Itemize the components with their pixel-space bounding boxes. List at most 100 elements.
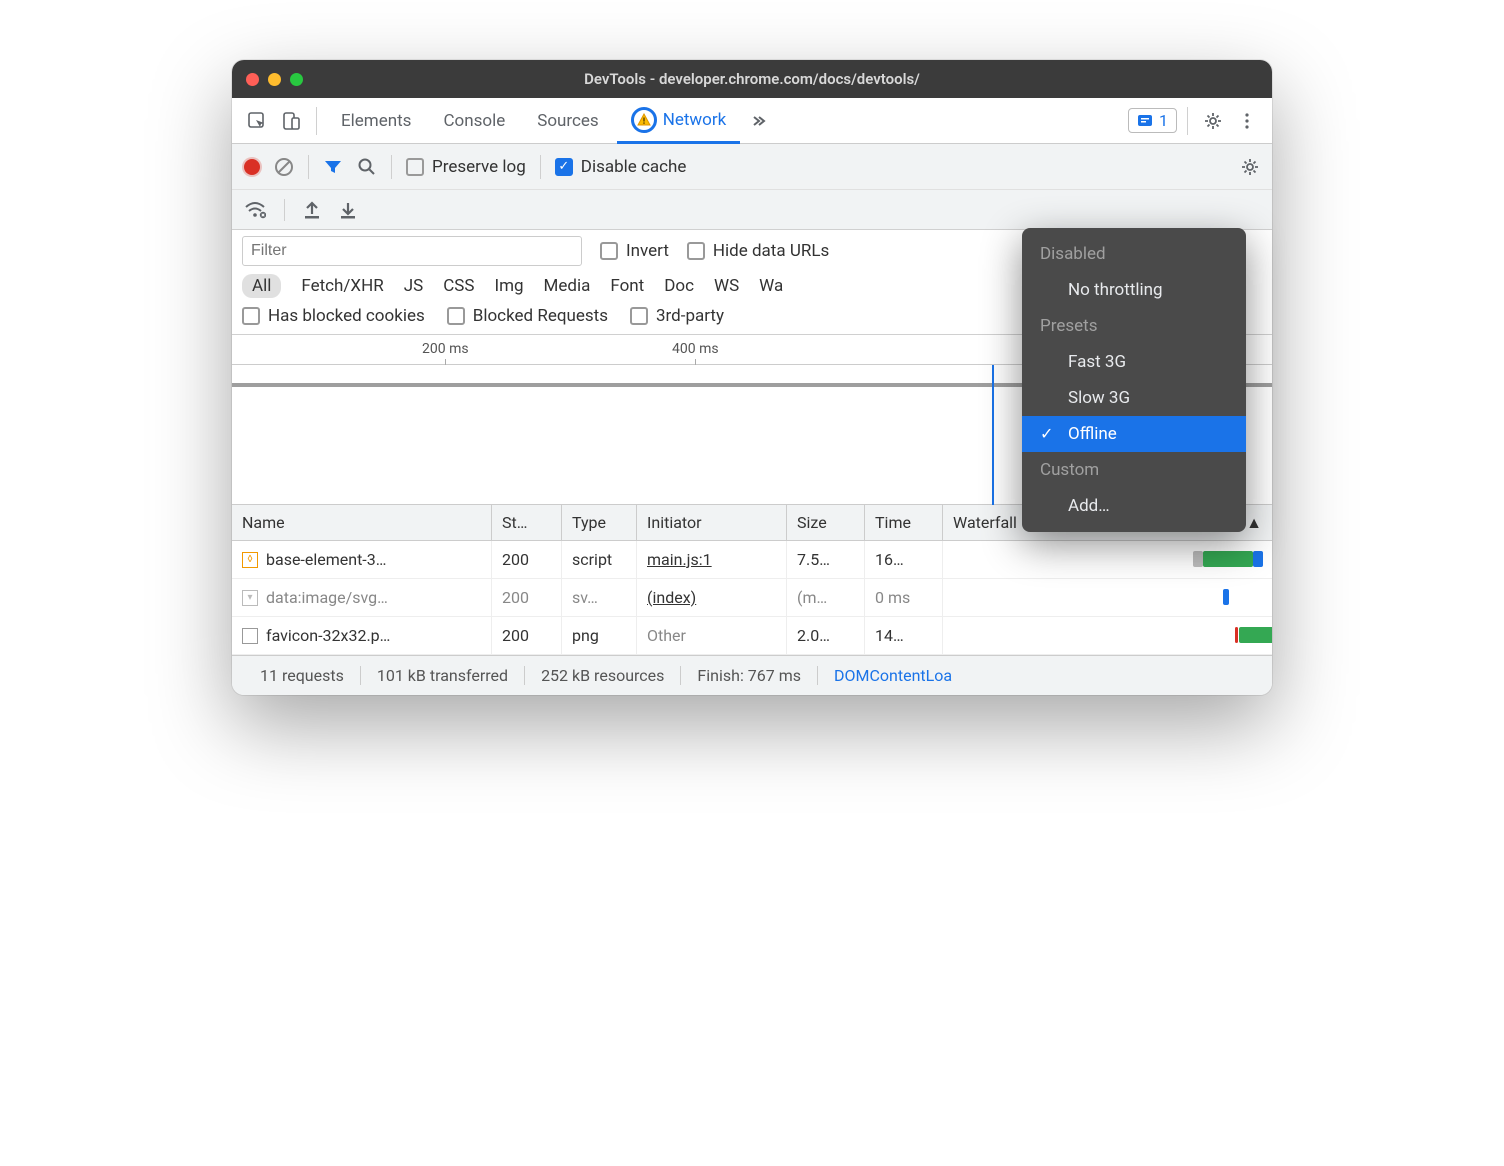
table-row[interactable]: favicon-32x32.p… 200 png Other 2.0… 14… [232,617,1272,655]
waterfall-bar [1253,551,1263,567]
waterfall-bar [1235,627,1238,643]
disable-cache-checkbox[interactable]: ✓ Disable cache [555,157,687,177]
col-type[interactable]: Type [562,505,637,540]
waterfall-bar [1223,589,1229,605]
status-domcontentloaded: DOMContentLoa [818,666,968,685]
tab-elements[interactable]: Elements [327,98,425,143]
checkbox-label: 3rd-party [656,306,724,326]
col-name[interactable]: Name [232,505,492,540]
checkbox-label: Has blocked cookies [268,306,425,326]
checkbox-label: Preserve log [432,157,526,177]
filter-type-media[interactable]: Media [544,276,591,296]
record-icon [244,159,260,175]
filter-icon [323,157,343,177]
throttling-option-slow-3g[interactable]: Slow 3G [1022,380,1246,416]
download-icon [339,200,357,220]
timeline-tick: 200 ms [422,341,469,357]
request-initiator[interactable]: (index) [647,588,696,607]
image-file-icon [242,628,258,644]
filter-type-css[interactable]: CSS [443,276,474,296]
warning-icon [631,107,657,133]
network-toolbar-2 [232,190,1272,230]
filter-type-wasm[interactable]: Wa [759,276,783,296]
tab-label: Console [443,111,505,131]
request-time: 14… [865,617,943,654]
filter-input[interactable] [242,236,582,266]
hide-data-urls-checkbox[interactable]: Hide data URLs [687,241,829,261]
close-window-button[interactable] [246,73,259,86]
filter-type-font[interactable]: Font [610,276,644,296]
device-toolbar-icon[interactable] [276,106,306,136]
clear-icon [274,157,294,177]
invert-checkbox[interactable]: Invert [600,241,669,261]
tab-network[interactable]: Network [617,99,741,144]
tab-console[interactable]: Console [429,98,519,143]
filter-type-fetch-xhr[interactable]: Fetch/XHR [301,276,383,296]
request-initiator: Other [647,626,686,645]
blocked-cookies-checkbox[interactable]: Has blocked cookies [242,306,425,326]
checkbox-label: Invert [626,241,669,261]
sort-indicator-icon: ▲ [1246,513,1262,533]
table-row[interactable]: ▾ data:image/svg… 200 sv… (index) (m… 0 … [232,579,1272,617]
import-har-button[interactable] [303,200,321,220]
network-conditions-button[interactable] [244,201,266,219]
issues-button[interactable]: 1 [1128,108,1177,133]
clear-button[interactable] [274,157,294,177]
dropdown-group-header: Disabled [1022,236,1246,272]
status-transferred: 101 kB transferred [361,666,525,685]
throttling-option-fast-3g[interactable]: Fast 3G [1022,344,1246,380]
filter-toggle-button[interactable] [323,157,343,177]
table-row[interactable]: ◊ base-element-3… 200 script main.js:1 7… [232,541,1272,579]
waterfall-cell [943,541,1272,578]
titlebar: DevTools - developer.chrome.com/docs/dev… [232,60,1272,98]
record-button[interactable] [244,159,260,175]
filter-type-ws[interactable]: WS [714,276,739,296]
devtools-tabbar: Elements Console Sources Network 1 [232,98,1272,144]
filter-type-all[interactable]: All [242,274,281,298]
dropdown-group-header: Custom [1022,452,1246,488]
request-size: 2.0… [787,617,865,654]
blocked-requests-checkbox[interactable]: Blocked Requests [447,306,608,326]
checkbox-icon [600,242,618,260]
status-requests: 11 requests [244,666,361,685]
more-tabs-icon[interactable] [744,106,774,136]
search-button[interactable] [357,157,377,177]
request-time: 16… [865,541,943,578]
request-status: 200 [492,579,562,616]
divider [308,155,309,179]
kebab-menu-icon[interactable] [1232,106,1262,136]
divider [316,107,317,135]
filter-type-img[interactable]: Img [494,276,523,296]
col-size[interactable]: Size [787,505,865,540]
request-type: png [562,617,637,654]
throttling-option-add[interactable]: Add… [1022,488,1246,524]
window-title: DevTools - developer.chrome.com/docs/dev… [232,70,1272,88]
settings-icon[interactable] [1198,106,1228,136]
checkbox-icon: ✓ [555,158,573,176]
filter-type-doc[interactable]: Doc [664,276,694,296]
col-initiator[interactable]: Initiator [637,505,787,540]
checkbox-icon [687,242,705,260]
minimize-window-button[interactable] [268,73,281,86]
checkbox-label: Disable cache [581,157,687,177]
col-status[interactable]: St… [492,505,562,540]
network-settings-icon[interactable] [1240,157,1260,177]
filter-type-js[interactable]: JS [404,276,423,296]
export-har-button[interactable] [339,200,357,220]
request-status: 200 [492,617,562,654]
throttling-option-no-throttling[interactable]: No throttling [1022,272,1246,308]
waterfall-cell [943,617,1272,654]
third-party-checkbox[interactable]: 3rd-party [630,306,724,326]
timeline-tick: 400 ms [672,341,719,357]
col-time[interactable]: Time [865,505,943,540]
wifi-icon [244,201,266,219]
inspect-element-icon[interactable] [242,106,272,136]
request-type: sv… [562,579,637,616]
tab-sources[interactable]: Sources [523,98,612,143]
request-initiator[interactable]: main.js:1 [647,550,712,569]
preserve-log-checkbox[interactable]: Preserve log [406,157,526,177]
throttling-option-offline[interactable]: Offline [1022,416,1246,452]
tab-label: Elements [341,111,411,131]
maximize-window-button[interactable] [290,73,303,86]
request-size: (m… [787,579,865,616]
